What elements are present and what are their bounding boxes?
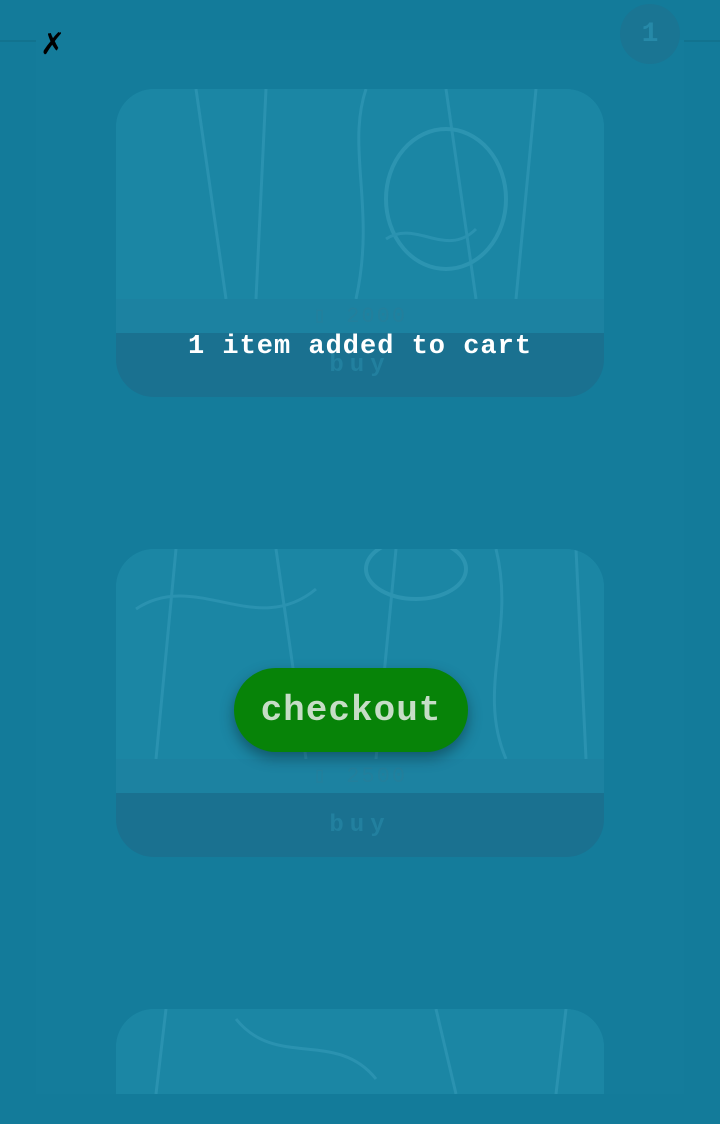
price-row: ▯ 2000 <box>116 299 604 333</box>
checkout-button[interactable]: checkout <box>234 668 468 752</box>
product-image[interactable] <box>116 89 604 299</box>
cart-count-badge[interactable]: 1 <box>620 4 680 64</box>
close-icon[interactable]: ✗ <box>40 30 65 60</box>
toast-message: 1 item added to cart <box>187 332 533 362</box>
price-row: ▯ 2500 <box>116 759 604 793</box>
buy-button[interactable]: buy <box>116 793 604 857</box>
product-card[interactable] <box>116 1009 604 1094</box>
product-image[interactable] <box>116 1009 604 1094</box>
product-price: 2000 <box>346 303 408 329</box>
shop-page: ▯ 2000 buy ▯ 2500 buy ✗ 1 1 item added t… <box>0 0 720 1124</box>
product-price: 2500 <box>346 763 408 789</box>
currency-icon: ▯ <box>312 304 329 329</box>
currency-icon: ▯ <box>312 764 329 789</box>
